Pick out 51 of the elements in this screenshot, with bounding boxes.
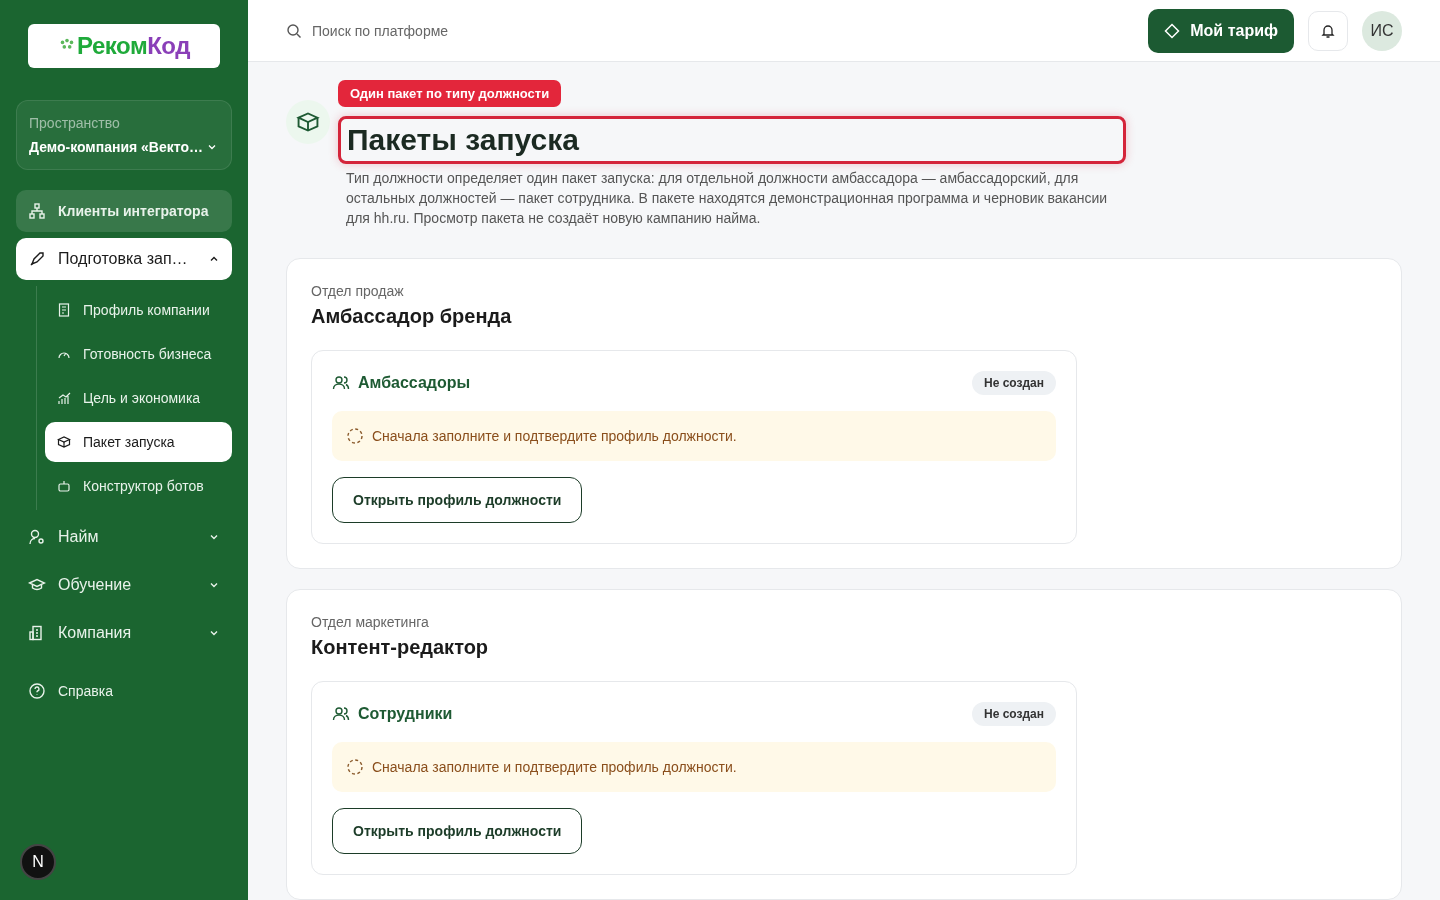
nav-subitem[interactable]: Пакет запуска: [45, 422, 232, 462]
user-avatar[interactable]: ИС: [1362, 10, 1402, 51]
users-icon: [332, 705, 350, 723]
workspace-selector[interactable]: Пространство Демо-компания «Векто…: [16, 100, 232, 170]
department-label: Отдел продаж: [311, 283, 405, 299]
nav-item[interactable]: Клиенты интегратора: [16, 190, 232, 232]
status-badge: Не создан: [971, 702, 1056, 726]
section-title: Контент-редактор: [311, 636, 490, 659]
notice-text: Сначала заполните и подтвердите профиль должности.: [372, 428, 737, 444]
package-title: Сотрудники: [358, 705, 453, 723]
nav-subitem[interactable]: Готовность бизнеса: [45, 334, 232, 374]
tour-badge: Один пакет по типу должности: [338, 80, 562, 107]
bell-icon: [1320, 22, 1336, 39]
chevron-down-icon: [206, 142, 217, 152]
nav-item[interactable]: Компания: [16, 612, 232, 654]
network-icon: [28, 202, 46, 220]
open-profile-button[interactable]: Открыть профиль должности: [332, 808, 583, 854]
dev-indicator-button[interactable]: N: [20, 844, 56, 880]
box-icon: [296, 110, 320, 134]
nav-item[interactable]: Справка: [16, 670, 232, 712]
logo-text: Код: [147, 32, 190, 60]
notifications-button[interactable]: [1308, 10, 1348, 51]
document-icon: [57, 303, 71, 317]
notice-text: Сначала заполните и подтвердите профиль должности.: [372, 759, 737, 775]
nav-subitem[interactable]: Цель и экономика: [45, 378, 232, 418]
logo[interactable]: РекомКод: [28, 24, 220, 68]
dashed-circle-icon: [346, 427, 364, 445]
page-title: Пакеты запуска: [338, 116, 1126, 164]
nav-subitem[interactable]: Конструктор ботов: [45, 466, 232, 506]
page-description: Тип должности определяет один пакет запуска: для отдельной должности амбассадора — амбассадорский, для остальных должностей — пакет сотрудника. В пакете находятся демонстрационная программа и черновик вакансии для hh.ru. Просмотр пакета не создаёт новую кампанию найма.: [346, 169, 1109, 228]
logo-text: Реком: [77, 32, 148, 60]
open-profile-button[interactable]: Открыть профиль должности: [332, 477, 583, 523]
package-title: Амбассадоры: [358, 374, 471, 392]
nav-subitem[interactable]: Профиль компании: [45, 290, 232, 330]
section-title: Амбассадор бренда: [311, 305, 513, 328]
help-icon: [28, 682, 46, 700]
nav-item[interactable]: Подготовка зап…: [16, 238, 232, 280]
nav-item[interactable]: Найм: [16, 516, 232, 558]
nav-item[interactable]: Обучение: [16, 564, 232, 606]
department-label: Отдел маркетинга: [311, 614, 430, 630]
search-icon: [286, 22, 302, 39]
plan-button[interactable]: Мой тариф: [1148, 8, 1294, 53]
box-icon: [57, 435, 71, 449]
diamond-icon: [1164, 22, 1181, 39]
robot-icon: [57, 479, 71, 493]
search-field[interactable]: Поиск по платформе: [310, 21, 686, 40]
users-icon: [332, 374, 350, 392]
dashed-circle-icon: [346, 758, 364, 776]
chart-icon: [57, 391, 71, 405]
person-search-icon: [28, 528, 46, 546]
status-badge: Не создан: [971, 371, 1056, 395]
